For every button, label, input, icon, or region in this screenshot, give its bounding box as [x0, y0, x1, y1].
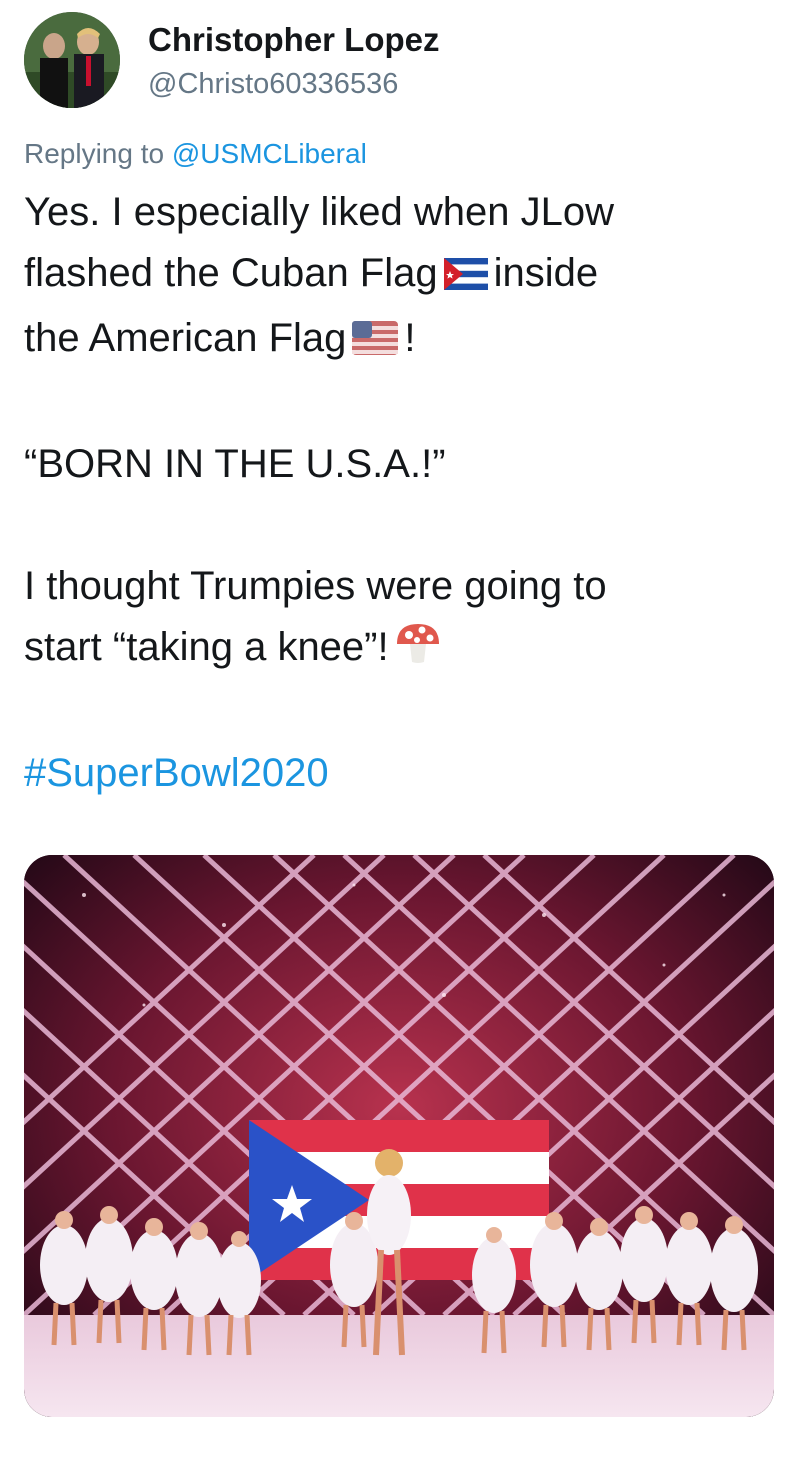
tweet-header: Christopher Lopez @Christo60336536: [24, 12, 440, 108]
user-handle[interactable]: @Christo60336536: [148, 64, 440, 104]
text-segment: !: [404, 316, 416, 360]
mushroom-emoji: [395, 621, 441, 682]
text-segment: start “taking a knee”!: [24, 625, 389, 669]
replying-prefix: Replying to: [24, 138, 172, 169]
us-flag-emoji: [352, 312, 399, 373]
text-line: start “taking a knee”!: [24, 617, 784, 682]
tweet-card: Christopher Lopez @Christo60336536 Reply…: [0, 0, 800, 1463]
avatar[interactable]: [24, 12, 120, 108]
text-segment: flashed the Cuban Flag: [24, 251, 438, 295]
text-line: the American Flag !: [24, 308, 784, 373]
display-name[interactable]: Christopher Lopez: [148, 18, 440, 62]
hashtag-link[interactable]: #SuperBowl2020: [24, 743, 784, 804]
cuban-flag-emoji: [443, 247, 488, 308]
text-line: flashed the Cuban Flag inside: [24, 243, 784, 308]
avatar-image: [24, 12, 120, 108]
text-line: I thought Trumpies were going to: [24, 564, 607, 608]
text-line: Yes. I especially liked when JLow: [24, 190, 614, 234]
text-segment: inside: [493, 251, 599, 295]
text-line: “BORN IN THE U.S.A.!”: [24, 442, 446, 486]
replying-to-link[interactable]: @USMCLiberal: [172, 138, 367, 169]
replying-to: Replying to @USMCLiberal: [24, 136, 367, 172]
tweet-media-image[interactable]: [24, 855, 774, 1417]
author-names: Christopher Lopez @Christo60336536: [148, 18, 440, 104]
text-segment: the American Flag: [24, 316, 347, 360]
tweet-text: Yes. I especially liked when JLow flashe…: [24, 182, 784, 804]
halftime-show-photo: [24, 855, 774, 1417]
